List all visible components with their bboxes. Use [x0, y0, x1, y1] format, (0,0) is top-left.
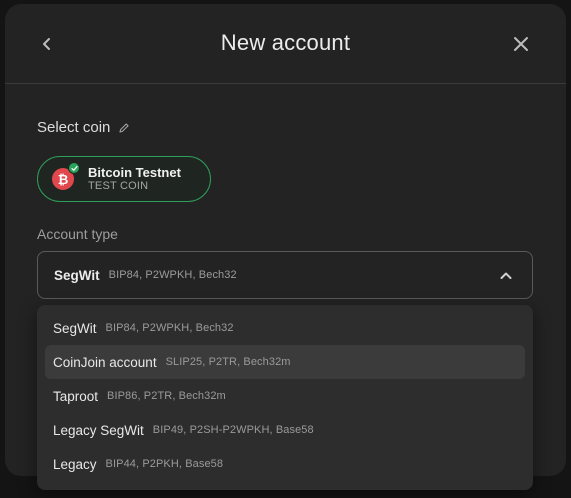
option-name: SegWit — [53, 320, 97, 336]
option-name: Legacy — [53, 456, 97, 472]
close-icon — [514, 37, 528, 51]
bitcoin-icon: ₿ — [52, 162, 80, 190]
select-coin-label: Select coin — [37, 119, 111, 136]
selected-option-desc: BIP84, P2WPKH, Bech32 — [108, 269, 237, 281]
option-desc: SLIP25, P2TR, Bech32m — [165, 356, 291, 368]
selected-option-name: SegWit — [54, 267, 100, 283]
coin-chip-bitcoin-testnet[interactable]: ₿ Bitcoin Testnet TEST COIN — [37, 156, 211, 202]
account-type-label: Account type — [37, 226, 118, 242]
close-button[interactable] — [507, 30, 535, 58]
dropdown-option-legacy-segwit[interactable]: Legacy SegWit BIP49, P2SH-P2WPKH, Base58 — [45, 413, 525, 447]
dropdown-option-segwit[interactable]: SegWit BIP84, P2WPKH, Bech32 — [45, 311, 525, 345]
option-desc: BIP86, P2TR, Bech32m — [107, 390, 226, 402]
pencil-icon[interactable] — [118, 122, 130, 134]
dropdown-option-coinjoin[interactable]: CoinJoin account SLIP25, P2TR, Bech32m — [45, 345, 525, 379]
page-title: New account — [220, 30, 351, 55]
option-name: CoinJoin account — [53, 354, 157, 370]
account-type-select[interactable]: SegWit BIP84, P2WPKH, Bech32 — [37, 251, 533, 299]
coin-name: Bitcoin Testnet — [88, 165, 181, 180]
option-name: Taproot — [53, 388, 99, 404]
coin-text: Bitcoin Testnet TEST COIN — [88, 165, 181, 193]
option-desc: BIP44, P2PKH, Base58 — [105, 458, 224, 470]
option-name: Legacy SegWit — [53, 422, 144, 438]
dropdown-option-taproot[interactable]: Taproot BIP86, P2TR, Bech32m — [45, 379, 525, 413]
coin-subtitle: TEST COIN — [88, 180, 149, 192]
account-type-dropdown: SegWit BIP84, P2WPKH, Bech32 CoinJoin ac… — [37, 305, 533, 490]
chevron-up-icon — [498, 268, 514, 284]
select-coin-heading: Select coin — [37, 119, 130, 136]
modal-header: New account — [5, 4, 566, 84]
dropdown-option-legacy[interactable]: Legacy BIP44, P2PKH, Base58 — [45, 447, 525, 481]
check-icon — [68, 162, 80, 174]
option-desc: BIP84, P2WPKH, Bech32 — [105, 322, 234, 334]
option-desc: BIP49, P2SH-P2WPKH, Base58 — [152, 424, 314, 436]
